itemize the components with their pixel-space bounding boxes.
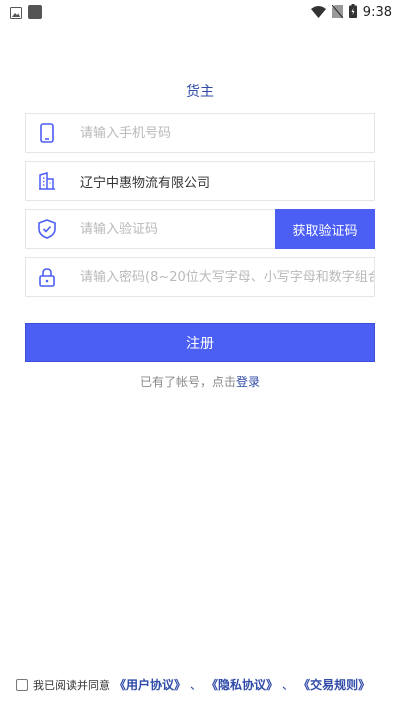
phone-icon bbox=[26, 114, 68, 152]
phone-input[interactable] bbox=[68, 114, 374, 152]
wifi-icon bbox=[310, 3, 326, 22]
login-prompt-text: 已有了帐号，点击 bbox=[139, 375, 236, 389]
verification-code-field: 获取验证码 bbox=[25, 209, 375, 249]
privacy-agreement-link[interactable]: 《隐私协议》 bbox=[206, 676, 278, 693]
agreement-checkbox[interactable] bbox=[16, 678, 28, 691]
get-code-button[interactable]: 获取验证码 bbox=[275, 209, 375, 249]
app-notification-icon bbox=[28, 4, 42, 23]
agreement-row: 我已阅读并同意 《用户协议》 、 《隐私协议》 、 《交易规则》 bbox=[16, 676, 370, 693]
login-prompt: 已有了帐号，点击登录 bbox=[0, 373, 400, 390]
building-icon bbox=[26, 162, 68, 200]
phone-field bbox=[25, 113, 375, 153]
status-bar: 9:38 bbox=[0, 0, 400, 24]
user-agreement-link[interactable]: 《用户协议》 bbox=[114, 676, 186, 693]
agreement-separator: 、 bbox=[190, 678, 203, 692]
clock: 9:38 bbox=[362, 5, 392, 20]
trading-rules-link[interactable]: 《交易规则》 bbox=[298, 676, 370, 693]
shield-check-icon bbox=[26, 210, 68, 248]
login-link[interactable]: 登录 bbox=[236, 375, 260, 389]
page-title: 货主 bbox=[186, 84, 214, 100]
register-button[interactable]: 注册 bbox=[25, 323, 375, 362]
company-value: 辽宁中惠物流有限公司 bbox=[80, 175, 211, 191]
agreement-separator: 、 bbox=[282, 678, 295, 692]
battery-icon bbox=[348, 3, 357, 22]
company-field[interactable]: 辽宁中惠物流有限公司 bbox=[25, 161, 375, 201]
password-input[interactable] bbox=[68, 258, 374, 296]
image-notification-icon bbox=[10, 4, 22, 23]
lock-icon bbox=[26, 258, 68, 296]
no-sim-icon bbox=[331, 3, 344, 22]
agreement-prefix: 我已阅读并同意 bbox=[33, 678, 110, 692]
password-field bbox=[25, 257, 375, 297]
